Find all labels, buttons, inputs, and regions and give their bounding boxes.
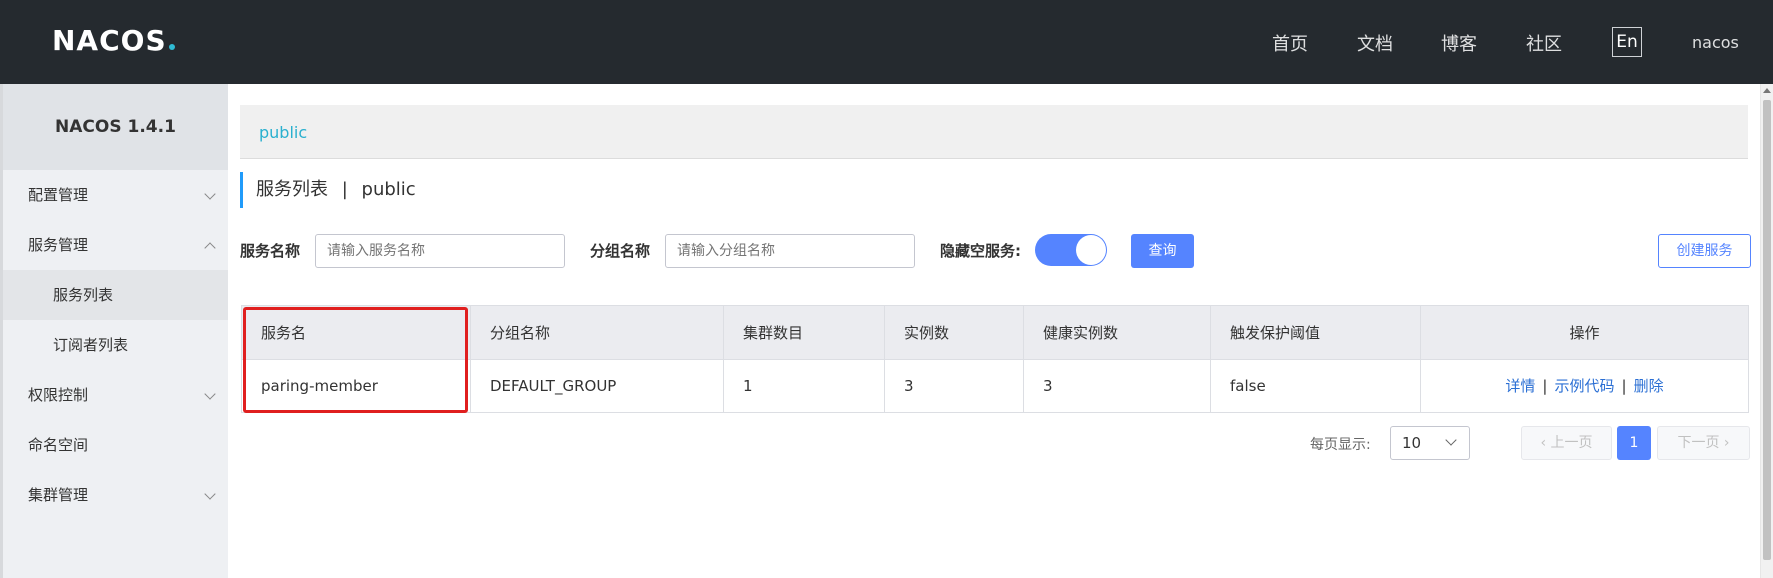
next-page-label: 下一页 (1677, 435, 1720, 451)
nacos-logo[interactable]: NACOS (52, 26, 175, 56)
query-button[interactable]: 查询 (1131, 234, 1194, 268)
prev-page-button[interactable]: ‹ 上一页 (1521, 426, 1612, 460)
top-header: NACOS 首页 文档 博客 社区 En nacos (0, 0, 1773, 84)
cell-healthy-count: 3 (1024, 360, 1211, 412)
header-instance-count: 实例数 (885, 306, 1024, 359)
hide-empty-toggle[interactable] (1035, 234, 1107, 266)
sidebar-item-label: 权限控制 (28, 386, 89, 404)
sidebar-item-namespace[interactable]: 命名空间 (3, 420, 228, 470)
namespace-bar: public (240, 105, 1748, 159)
cell-service-name: paring-member (242, 360, 471, 412)
op-separator: | (1621, 377, 1627, 395)
cell-protect-threshold: false (1211, 360, 1421, 412)
nav-community[interactable]: 社区 (1526, 30, 1562, 56)
service-table: 服务名 分组名称 集群数目 实例数 健康实例数 触发保护阈值 操作 paring… (241, 305, 1749, 413)
header-cluster-count: 集群数目 (724, 306, 885, 359)
delete-link[interactable]: 删除 (1634, 377, 1664, 395)
toggle-knob (1076, 235, 1106, 265)
next-page-button[interactable]: 下一页 › (1657, 426, 1750, 460)
cell-cluster-count: 1 (724, 360, 885, 412)
chevron-down-icon (204, 388, 216, 400)
page-title-text: 服务列表 (256, 179, 328, 200)
chevron-left-icon: ‹ (1540, 435, 1551, 451)
header-healthy-count: 健康实例数 (1024, 306, 1211, 359)
header-protect-threshold: 触发保护阈值 (1211, 306, 1421, 359)
namespace-link-public[interactable]: public (259, 123, 307, 142)
nav-docs[interactable]: 文档 (1357, 30, 1393, 56)
nav-blog[interactable]: 博客 (1441, 30, 1477, 56)
page-1-button[interactable]: 1 (1617, 426, 1651, 460)
cell-operations: 详情 | 示例代码 | 删除 (1421, 360, 1748, 412)
chevron-up-icon (204, 242, 216, 254)
sidebar-item-access-control[interactable]: 权限控制 (3, 370, 228, 420)
page-title-namespace: public (361, 179, 416, 200)
user-name[interactable]: nacos (1692, 33, 1739, 52)
sidebar-item-label: 服务列表 (53, 286, 114, 304)
service-name-label: 服务名称 (240, 242, 301, 260)
create-service-button[interactable]: 创建服务 (1658, 234, 1751, 268)
sidebar-item-label: 集群管理 (28, 486, 89, 504)
cell-instance-count: 3 (885, 360, 1024, 412)
header-operations: 操作 (1569, 324, 1600, 342)
prev-page-label: 上一页 (1550, 435, 1593, 451)
chevron-down-icon (1445, 434, 1457, 446)
language-toggle[interactable]: En (1612, 27, 1642, 57)
logo-dot (168, 44, 175, 50)
sidebar-item-label: 配置管理 (28, 186, 89, 204)
scrollbar-thumb[interactable] (1763, 100, 1771, 560)
sidebar-item-service-management[interactable]: 服务管理 (3, 220, 228, 270)
logo-text: NACOS (52, 24, 167, 57)
page-size-select[interactable]: 10 (1390, 426, 1470, 460)
sidebar-item-label: 服务管理 (28, 236, 89, 254)
op-separator: | (1542, 377, 1548, 395)
cell-group-name: DEFAULT_GROUP (471, 360, 724, 412)
hide-empty-label: 隐藏空服务: (940, 242, 1021, 260)
group-name-input[interactable] (665, 234, 915, 268)
service-name-input[interactable] (315, 234, 565, 268)
header-group-name: 分组名称 (471, 306, 724, 359)
nav-home[interactable]: 首页 (1272, 30, 1308, 56)
vertical-scrollbar[interactable] (1760, 84, 1773, 578)
table-header: 服务名 分组名称 集群数目 实例数 健康实例数 触发保护阈值 操作 (242, 306, 1748, 360)
page-size-value: 10 (1402, 434, 1422, 452)
sidebar: NACOS 1.4.1 配置管理 服务管理 服务列表 订阅者列表 权限控制 命名… (0, 84, 228, 578)
details-link[interactable]: 详情 (1505, 377, 1535, 395)
chevron-down-icon (204, 488, 216, 500)
chevron-down-icon (204, 188, 216, 200)
sidebar-item-config-management[interactable]: 配置管理 (3, 170, 228, 220)
chevron-right-icon: › (1719, 435, 1730, 451)
scroll-up-icon[interactable] (1763, 88, 1771, 93)
table-row: paring-member DEFAULT_GROUP 1 3 3 false … (242, 360, 1748, 412)
sidebar-item-label: 订阅者列表 (53, 336, 129, 354)
sidebar-item-subscriber-list[interactable]: 订阅者列表 (3, 320, 228, 370)
page-size-label: 每页显示: (1310, 437, 1371, 453)
page-title: 服务列表 | public (240, 172, 416, 208)
header-service-name: 服务名 (242, 306, 471, 359)
sidebar-item-cluster-management[interactable]: 集群管理 (3, 470, 228, 520)
sample-code-link[interactable]: 示例代码 (1554, 377, 1614, 395)
sidebar-item-label: 命名空间 (28, 436, 89, 454)
title-separator: | (341, 179, 348, 200)
group-name-label: 分组名称 (590, 242, 651, 260)
sidebar-item-service-list[interactable]: 服务列表 (3, 270, 228, 320)
sidebar-title: NACOS 1.4.1 (3, 84, 228, 170)
